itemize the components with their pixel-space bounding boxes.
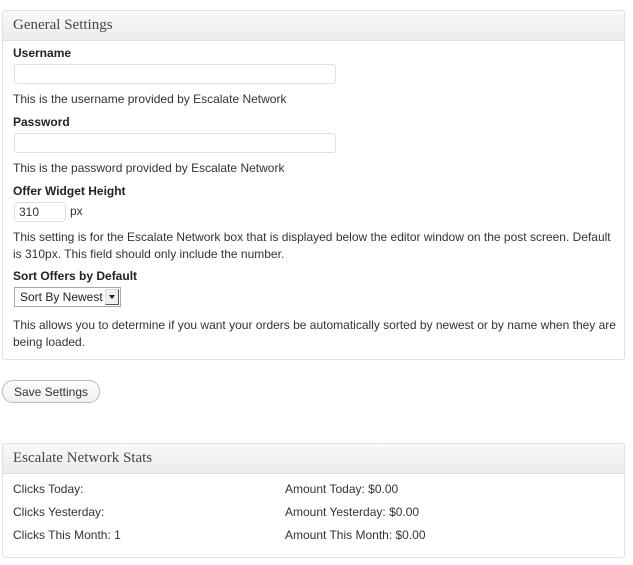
general-settings-title: General Settings [3,11,624,41]
password-input[interactable] [14,133,336,153]
username-description: This is the username provided by Escalat… [13,92,287,106]
password-label: Password [13,115,70,129]
widget-height-description-line2: is 310px. This field should only include… [13,247,285,261]
clicks-yesterday: Clicks Yesterday: [13,505,105,519]
amount-today: Amount Today: $0.00 [285,482,399,496]
widget-height-unit: px [70,204,83,218]
stats-panel: Escalate Network Stats Clicks Today: Cli… [2,443,625,558]
clicks-this-month: Clicks This Month: 1 [13,528,121,542]
amount-yesterday: Amount Yesterday: $0.00 [285,505,420,519]
stats-title: Escalate Network Stats [3,444,624,474]
password-description: This is the password provided by Escalat… [13,161,285,175]
sort-description-line1: This allows you to determine if you want… [13,318,616,332]
sort-select[interactable]: Sort By Newest [14,287,121,307]
general-settings-panel: General Settings Username This is the us… [2,10,625,360]
clicks-today: Clicks Today: [13,482,84,496]
amount-this-month: Amount This Month: $0.00 [285,528,426,542]
sort-description-line2: being loaded. [13,335,86,349]
widget-height-label: Offer Widget Height [13,184,126,198]
dropdown-arrow-icon[interactable] [105,289,119,305]
save-settings-button[interactable]: Save Settings [2,380,100,403]
widget-height-input[interactable] [14,202,66,222]
username-input[interactable] [14,64,336,84]
sort-label: Sort Offers by Default [13,269,138,283]
username-label: Username [13,46,72,60]
sort-select-value: Sort By Newest [20,290,103,304]
widget-height-description-line1: This setting is for the Escalate Network… [13,230,611,244]
